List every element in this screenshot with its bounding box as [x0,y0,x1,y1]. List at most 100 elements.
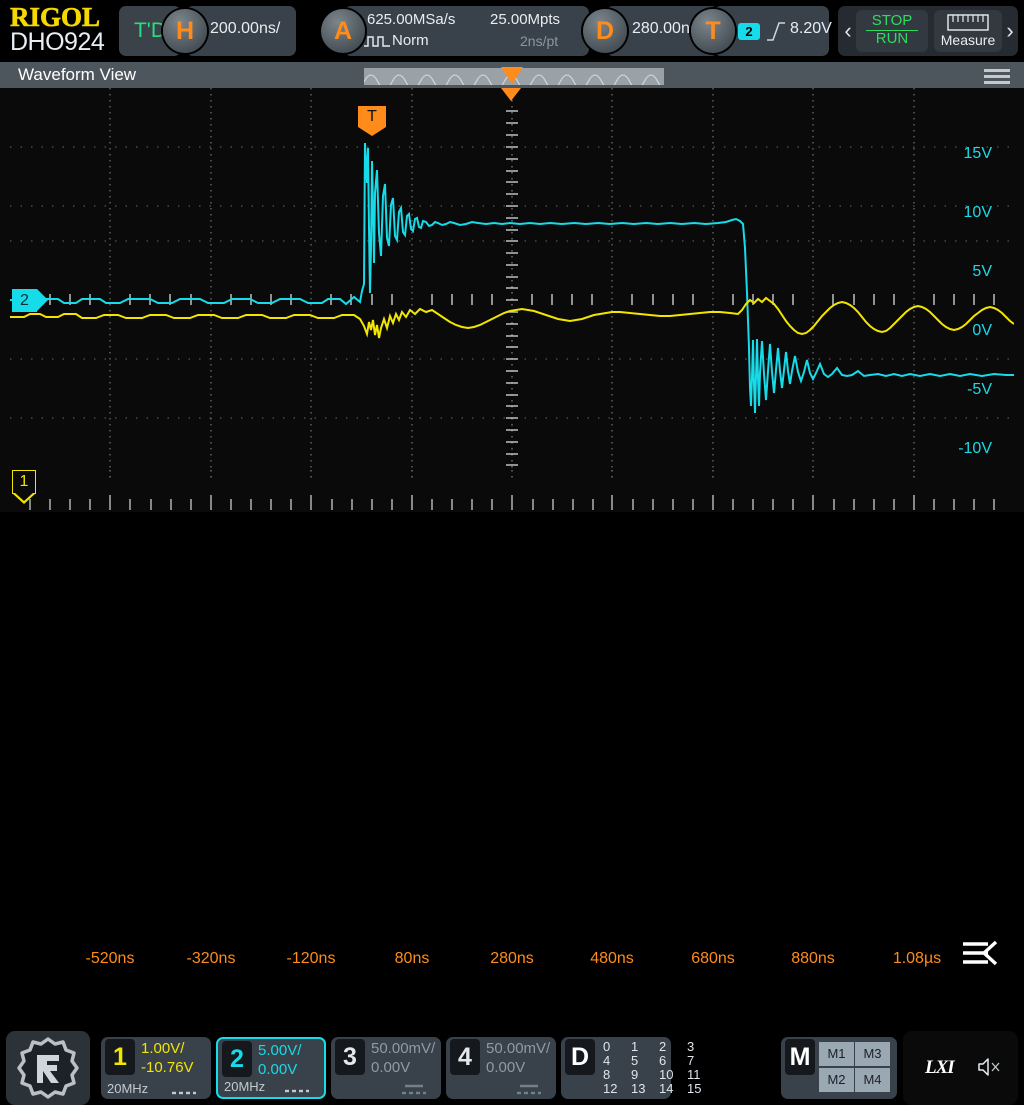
plot-trigger-position-marker[interactable] [501,88,521,101]
digital-bit: 15 [687,1081,702,1096]
math-m4-button[interactable]: M4 [855,1068,890,1092]
digital-bit: 7 [687,1053,695,1068]
trigger-point-flag-label: T [367,108,377,125]
rising-edge-icon [767,22,785,41]
channel-4-coupling-icon [517,1084,541,1095]
voltage-label-10v: 10V [963,204,992,221]
time-label-4: 80ns [394,950,430,967]
trigger-knob[interactable]: T [691,9,735,53]
delay-knob[interactable]: D [583,9,627,53]
lxi-logo: LXI [925,1057,955,1078]
trigger-level-value: 8.20V [790,20,832,37]
toolbar-button-group: ‹ STOP RUN Measure › [838,6,1018,56]
measure-button[interactable]: Measure [934,10,1002,52]
channel-3-offset: 0.00V [371,1059,411,1076]
digital-channel-grid: 0123 4567 8 9 10 11 12 13 14 15 [603,1040,721,1096]
delay-knob-label: D [595,16,615,45]
voltage-label-15v: 15V [963,145,992,162]
time-label-1: -520ns [85,950,135,967]
trigger-point-flag[interactable]: T [358,106,386,136]
channel-2-button[interactable]: 2 5.00V/ 0.00V 20MHz [216,1037,326,1099]
channel-2-number: 2 [222,1041,252,1077]
trigger-source-chip[interactable]: 2 [738,23,760,40]
time-axis-ticks [10,470,1014,512]
acquire-field[interactable]: 625.00MSa/s 25.00Mpts Norm 2ns/pt [344,6,589,56]
digital-bit: 9 [631,1067,639,1082]
ruler-icon [947,14,989,31]
voltage-label-5v: 5V [972,263,992,280]
math-m2-button[interactable]: M2 [819,1068,854,1092]
measure-label: Measure [940,32,996,48]
delay-value: 280.00ns [632,20,698,37]
trigger-knob-label: T [705,16,721,45]
channel-2-scale: 5.00V/ [258,1042,302,1059]
gear-icon [17,1037,79,1099]
horizontal-scale-value: 200.00ns/ [210,20,281,37]
channel-2-offset: 0.00V [258,1061,298,1078]
brand-logo: RIGOL DHO924 [10,3,126,58]
time-axis[interactable]: -520ns -320ns -120ns 80ns 280ns 480ns 68… [0,470,1024,967]
plot-area[interactable]: 15V 10V 5V 0V -5V -10V -15V [0,88,1024,512]
channel-1-button[interactable]: 1 1.00V/ -10.76V 20MHz [101,1037,211,1099]
digital-bit: 0 [603,1039,611,1054]
hamburger-menu-icon[interactable] [984,69,1010,84]
digital-bit: 5 [631,1053,639,1068]
bottom-bar: 1 1.00V/ -10.76V 20MHz 2 5.00V/ 0.00V 20… [0,512,1024,1105]
math-grid: M1 M3 M2 M4 [819,1042,891,1094]
acquire-waveform-icon [364,36,390,47]
channel1-offset-marker-label: 1 [19,473,29,490]
channel-1-coupling-icon [172,1091,196,1095]
chevron-left-icon[interactable]: ‹ [841,19,855,43]
digital-label: D [565,1039,595,1075]
channel-4-button[interactable]: 4 50.00mV/ 0.00V [446,1037,556,1099]
time-label-3: -120ns [286,950,336,967]
channel-3-button[interactable]: 3 50.00mV/ 0.00V [331,1037,441,1099]
model-name: DHO924 [10,28,105,56]
voltage-label-m10v: -10V [958,440,992,457]
channel1-offset-marker[interactable]: 1 [12,470,36,504]
trigger-status-label: T'D [133,19,166,42]
time-label-9: 1.08µs [892,950,942,967]
digital-bit: 11 [687,1067,701,1082]
oscilloscope-screen: RIGOL DHO924 T'D 200.00ns/ H 625.00MSa/s… [0,0,1024,1105]
chevron-right-icon[interactable]: › [1003,19,1017,43]
digital-bit: 8 [603,1067,611,1082]
horizontal-knob[interactable]: H [163,9,207,53]
waveform-canvas[interactable]: 15V 10V 5V 0V -5V -10V -15V [10,88,1014,512]
math-channels-button[interactable]: M M1 M3 M2 M4 [781,1037,897,1099]
digital-bit: 6 [659,1053,667,1068]
waveform-svg [10,88,1014,512]
channel-4-offset: 0.00V [486,1059,526,1076]
stop-run-button[interactable]: STOP RUN [856,10,928,52]
acquire-knob[interactable]: A [321,9,365,53]
digital-channels-button[interactable]: D 0123 4567 8 9 10 11 12 13 14 15 [561,1037,701,1099]
memory-depth-value: 25.00Mpts [490,11,561,28]
rigol-gear-logo[interactable] [6,1031,90,1105]
channel2-offset-marker[interactable]: 2 [12,289,48,312]
acquire-mode-value: Norm [392,32,429,49]
time-label-2: -320ns [186,950,236,967]
digital-bit: 10 [659,1067,674,1082]
digital-bit: 12 [603,1081,618,1096]
channel-1-offset: -10.76V [141,1059,194,1076]
math-m1-button[interactable]: M1 [819,1042,854,1066]
channel-2-coupling-icon [285,1089,309,1093]
axis-menu-icon[interactable] [962,940,998,968]
channel-2-bandwidth: 20MHz [224,1079,266,1094]
horizontal-knob-label: H [175,16,195,45]
run-label: RUN [875,30,909,47]
channel-1-bandwidth: 20MHz [107,1081,149,1096]
digital-bit: 13 [631,1081,646,1096]
overview-trigger-marker[interactable] [501,67,523,84]
math-m3-button[interactable]: M3 [855,1042,890,1066]
acquire-knob-label: A [333,16,353,45]
channel-4-scale: 50.00mV/ [486,1040,551,1057]
speaker-muted-icon[interactable] [977,1057,1001,1077]
top-toolbar: RIGOL DHO924 T'D 200.00ns/ H 625.00MSa/s… [0,0,1024,62]
digital-bit: 2 [659,1039,667,1054]
stop-label: STOP [871,12,913,29]
channel-4-number: 4 [450,1039,480,1075]
time-label-5: 280ns [490,950,534,967]
time-label-8: 880ns [791,950,835,967]
digital-bit: 14 [659,1081,674,1096]
